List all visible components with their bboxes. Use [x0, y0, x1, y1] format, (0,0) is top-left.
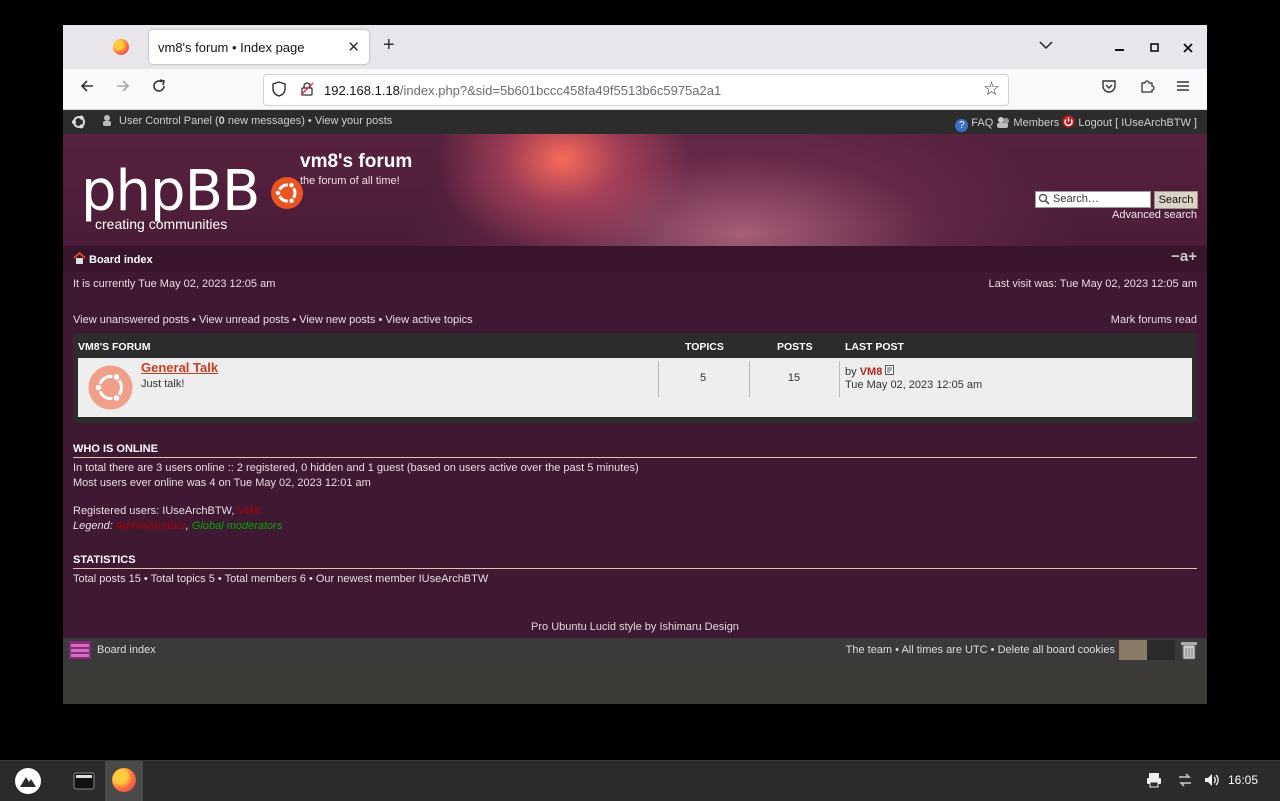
last-post-time: Tue May 02, 2023 12:05 am: [845, 379, 983, 391]
firefox-taskbar-item[interactable]: [105, 761, 143, 801]
network-icon[interactable]: [1177, 772, 1193, 791]
footer-links[interactable]: The team • All times are UTC • Delete al…: [846, 644, 1115, 656]
logout-link[interactable]: Logout [ IUseArchBTW ]: [1078, 117, 1197, 129]
forum-description: Just talk!: [141, 378, 185, 390]
phpbb-logo[interactable]: phpBB creating communities: [81, 164, 303, 232]
forum-read-icon: [88, 365, 133, 410]
current-time: It is currently Tue May 02, 2023 12:05 a…: [73, 278, 276, 290]
site-title: vm8's forum: [300, 151, 413, 172]
printer-icon[interactable]: [1146, 772, 1162, 791]
tab-bar: vm8's forum • Index page ✕ +: [63, 25, 1207, 69]
last-post-author-link[interactable]: VM8: [860, 366, 883, 378]
minimize-icon[interactable]: [1115, 39, 1125, 55]
column-divider: [658, 361, 659, 397]
browser-window: vm8's forum • Index page ✕ + 192.168.1.1…: [63, 25, 1207, 704]
firefox-icon[interactable]: [113, 39, 129, 55]
search-icon: [1038, 193, 1050, 205]
pocket-icon[interactable]: [1101, 78, 1117, 98]
admin-user-link[interactable]: VM8: [237, 505, 260, 517]
close-window-icon[interactable]: [1183, 40, 1193, 56]
mark-forums-read-link[interactable]: Mark forums read: [1111, 314, 1197, 326]
last-post-info: by VM8 Tue May 02, 2023 12:05 am: [845, 365, 983, 391]
forum-list: VM8'S FORUM TOPICS POSTS LAST POST Gener…: [73, 333, 1197, 423]
home-icon: [73, 252, 86, 264]
maximize-icon[interactable]: [1150, 40, 1160, 56]
footer-image: [1119, 640, 1147, 660]
extensions-icon[interactable]: [1139, 78, 1155, 98]
tab-title: vm8's forum • Index page: [158, 40, 305, 55]
board-index-icon: [69, 641, 91, 659]
registered-users: Registered users: IUseArchBTW, VM8: [73, 505, 261, 517]
footer-board-index-link[interactable]: Board index: [97, 644, 156, 656]
members-icon: [996, 116, 1010, 128]
last-post-column-header: LAST POST: [845, 341, 904, 353]
address-bar[interactable]: 192.168.1.18/index.php?&sid=5b601bccc458…: [263, 74, 1009, 106]
forum-title-link[interactable]: General Talk: [141, 360, 218, 375]
faq-link[interactable]: FAQ: [971, 117, 993, 129]
reload-icon[interactable]: [151, 78, 167, 98]
faq-icon: ?: [955, 119, 969, 132]
close-tab-icon[interactable]: ✕: [347, 38, 360, 56]
back-icon[interactable]: [79, 78, 95, 98]
trash-icon[interactable]: [1179, 640, 1199, 660]
column-divider: [839, 361, 840, 397]
menu-icon[interactable]: [1175, 78, 1191, 98]
ucp-links[interactable]: User Control Panel (0 new messages) • Vi…: [103, 115, 392, 127]
statistics-heading: STATISTICS: [73, 554, 1197, 569]
ubuntu-logo-icon: [72, 115, 85, 129]
tracking-shield-icon[interactable]: [272, 81, 286, 97]
navigation-toolbar: 192.168.1.18/index.php?&sid=5b601bccc458…: [63, 69, 1207, 110]
ubuntu-circle-icon: [271, 177, 303, 209]
breadcrumb: Board index −a+: [63, 246, 1207, 272]
bookmark-star-icon[interactable]: ☆: [983, 78, 1000, 101]
quick-links[interactable]: View unanswered posts • View unread post…: [73, 314, 473, 326]
list-tabs-icon[interactable]: [1039, 37, 1053, 53]
online-record: Most users ever online was 4 on Tue May …: [73, 477, 371, 489]
forum-page: User Control Panel (0 new messages) • Vi…: [63, 110, 1207, 704]
forum-column-header: VM8'S FORUM: [78, 341, 151, 353]
power-icon: [1062, 115, 1075, 128]
tab-forum-index[interactable]: vm8's forum • Index page ✕: [149, 30, 369, 64]
legend-admins-link[interactable]: Administrators: [115, 520, 185, 532]
forum-header: phpBB creating communities vm8's forum t…: [63, 134, 1207, 246]
clock[interactable]: 16:05: [1228, 773, 1258, 787]
forward-icon[interactable]: [115, 78, 131, 98]
view-latest-post-icon[interactable]: [885, 365, 895, 375]
volume-icon[interactable]: [1203, 772, 1219, 791]
topics-column-header: TOPICS: [685, 341, 724, 353]
topics-count: 5: [699, 372, 707, 384]
legend-mods-link[interactable]: Global moderators: [192, 520, 283, 532]
footer-image: [1147, 640, 1175, 660]
app-menu-icon[interactable]: [13, 766, 43, 796]
url-text: 192.168.1.18/index.php?&sid=5b601bccc458…: [324, 83, 722, 98]
statistics-line: Total posts 15 • Total topics 5 • Total …: [73, 573, 489, 585]
top-right-links: ? FAQ Members Logout [ IUseArchBTW ]: [955, 115, 1197, 132]
user-topbar: User Control Panel (0 new messages) • Vi…: [63, 110, 1207, 134]
style-credit: Pro Ubuntu Lucid style by Ishimaru Desig…: [531, 621, 739, 633]
search-input[interactable]: Search…: [1035, 191, 1151, 208]
page-bottom-area: [63, 662, 1207, 704]
advanced-search-link[interactable]: Advanced search: [1112, 209, 1197, 221]
user-icon: [103, 115, 111, 126]
posts-column-header: POSTS: [777, 341, 813, 353]
font-size-control[interactable]: −a+: [1171, 248, 1197, 265]
site-description: the forum of all time!: [300, 175, 400, 187]
firefox-icon: [112, 768, 136, 792]
who-is-online-heading: WHO IS ONLINE: [73, 443, 1197, 458]
board-index-link[interactable]: Board index: [73, 252, 153, 266]
members-link[interactable]: Members: [1013, 117, 1059, 129]
footer-navbar: Board index The team • All times are UTC…: [63, 638, 1207, 662]
column-divider: [749, 361, 750, 397]
terminal-icon[interactable]: [73, 771, 95, 791]
new-tab-button[interactable]: +: [383, 35, 395, 55]
posts-count: 15: [787, 372, 801, 384]
legend: Legend: Administrators, Global moderator…: [73, 520, 283, 532]
last-visit: Last visit was: Tue May 02, 2023 12:05 a…: [988, 278, 1197, 290]
insecure-lock-icon[interactable]: [300, 82, 314, 96]
forum-row: General Talk Just talk! 5 15 by VM8 Tue …: [78, 358, 1192, 417]
online-total: In total there are 3 users online :: 2 r…: [73, 462, 639, 474]
taskbar: 16:05: [0, 760, 1280, 801]
search-button[interactable]: Search: [1154, 191, 1198, 209]
